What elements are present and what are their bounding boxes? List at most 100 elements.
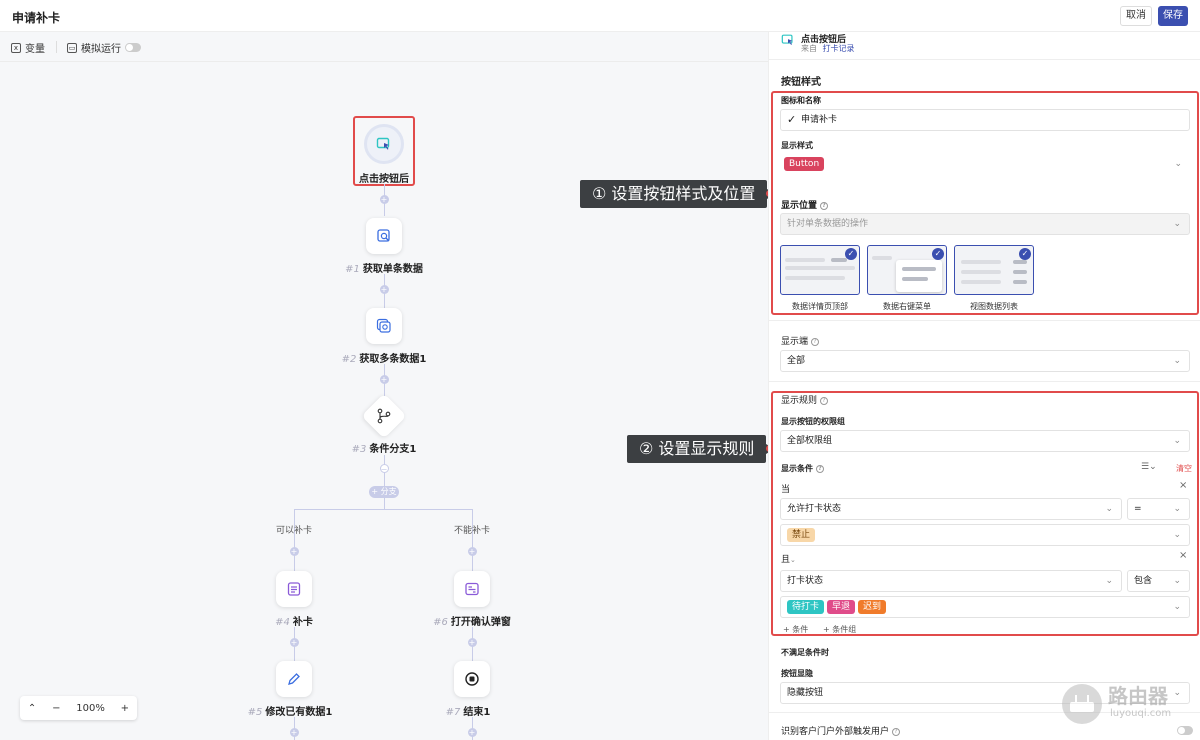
flow-node-1[interactable] bbox=[366, 218, 402, 254]
remove-condition-icon[interactable]: × bbox=[1179, 550, 1187, 561]
flow-node-6-label: #6 打开确认弹窗 bbox=[433, 613, 511, 628]
node-name: 获取多条数据1 bbox=[359, 354, 427, 365]
add-step-button[interactable]: + bbox=[379, 195, 389, 204]
add-step-button[interactable]: + bbox=[289, 638, 299, 647]
settings-panel: 点击按钮后 来自 打卡记录 按钮样式 图标和名称 ✓ 申请补卡 显示样式 But… bbox=[768, 32, 1200, 740]
simulate-toggle-switch[interactable] bbox=[125, 43, 141, 52]
icon-name-input[interactable]: ✓ 申请补卡 bbox=[780, 109, 1190, 131]
save-button[interactable]: 保存 bbox=[1158, 6, 1188, 26]
help-icon[interactable]: ? bbox=[820, 396, 829, 405]
external-user-text: 识别客户门户外部触发用户 bbox=[781, 727, 890, 737]
add-branch-button[interactable]: + 分支 bbox=[369, 486, 399, 498]
thumb-bar bbox=[872, 256, 892, 260]
condition-2-field: 打卡状态 bbox=[787, 576, 824, 586]
dialog-icon bbox=[465, 582, 479, 596]
trigger-node-label: 点击按钮后 bbox=[359, 174, 409, 185]
display-position-text: 显示位置 bbox=[781, 201, 818, 211]
zoom-out-button[interactable]: − bbox=[52, 703, 60, 714]
thumb-label: 数据详情页顶部 bbox=[792, 302, 848, 311]
add-step-button[interactable]: + bbox=[379, 285, 389, 294]
cancel-button[interactable]: 取消 bbox=[1120, 6, 1152, 26]
add-step-button[interactable]: + bbox=[289, 547, 299, 556]
add-step-button[interactable]: + bbox=[379, 375, 389, 384]
value-tag: 禁止 bbox=[787, 528, 816, 542]
flow-node-4[interactable] bbox=[276, 571, 312, 607]
remove-condition-icon[interactable]: × bbox=[1179, 480, 1187, 491]
add-step-button[interactable]: + bbox=[467, 547, 477, 556]
and-label: 且 bbox=[781, 555, 791, 565]
help-icon[interactable]: ? bbox=[820, 201, 829, 210]
variables-button[interactable]: x 变量 bbox=[11, 40, 45, 55]
chevron-down-icon: ⌄ bbox=[1173, 504, 1181, 514]
simulate-icon: ▭ bbox=[67, 42, 77, 53]
button-style-title: 按钮样式 bbox=[781, 77, 821, 88]
condition-2-value-select[interactable]: 待打卡 早退 迟到 ⌄ bbox=[780, 596, 1190, 618]
display-position-placeholder: 针对单条数据的操作 bbox=[787, 219, 869, 229]
flow-node-6[interactable] bbox=[454, 571, 490, 607]
position-thumb-view-list[interactable]: ✓ bbox=[954, 245, 1034, 295]
permission-group-select[interactable]: 全部权限组 ⌄ bbox=[780, 430, 1190, 452]
condition-1-value-select[interactable]: 禁止 ⌄ bbox=[780, 524, 1190, 546]
add-step-button[interactable]: + bbox=[467, 638, 477, 647]
position-thumb-context-menu[interactable]: ✓ bbox=[867, 245, 947, 295]
callout-button-style: ① 设置按钮样式及位置 bbox=[580, 180, 776, 208]
help-icon[interactable]: ? bbox=[816, 464, 824, 473]
collapse-branch-button[interactable]: − bbox=[379, 464, 389, 474]
add-condition-button[interactable]: + 条件 bbox=[783, 624, 808, 635]
value-tag: 迟到 bbox=[858, 600, 887, 614]
simulate-run-toggle[interactable]: ▭ 模拟运行 bbox=[67, 40, 141, 55]
thumb-bar bbox=[961, 270, 1001, 274]
condition-1-operator-select[interactable]: = ⌄ bbox=[1127, 498, 1190, 520]
collapse-minimap-button[interactable]: ⌃ bbox=[28, 703, 36, 714]
node-name: 补卡 bbox=[292, 617, 313, 628]
add-group-label: 条件组 bbox=[832, 625, 857, 634]
unmet-label: 不满足条件时 bbox=[781, 648, 829, 657]
branch-label-right[interactable]: 不能补卡 bbox=[454, 523, 490, 536]
check-icon: ✓ bbox=[787, 113, 797, 126]
add-step-button[interactable]: + bbox=[289, 728, 299, 737]
thumb-label: 视图数据列表 bbox=[970, 302, 1018, 311]
node-number: #2 bbox=[341, 354, 357, 365]
display-client-text: 显示端 bbox=[781, 337, 809, 347]
display-client-select[interactable]: 全部 ⌄ bbox=[780, 350, 1190, 372]
condition-1-field-select[interactable]: 允许打卡状态 ⌄ bbox=[780, 498, 1122, 520]
condition-2-operator-select[interactable]: 包含 ⌄ bbox=[1127, 570, 1190, 592]
flow-node-7[interactable] bbox=[454, 661, 490, 697]
divider bbox=[769, 59, 1200, 60]
display-style-label: 显示样式 bbox=[781, 141, 813, 150]
condition-2-field-select[interactable]: 打卡状态 ⌄ bbox=[780, 570, 1122, 592]
clear-conditions-button[interactable]: 清空 bbox=[1176, 463, 1192, 474]
position-thumb-detail-top[interactable]: ✓ bbox=[780, 245, 860, 295]
trigger-node[interactable] bbox=[364, 124, 404, 164]
router-logo-icon bbox=[1062, 684, 1102, 724]
source-prefix: 来自 bbox=[801, 44, 817, 53]
add-step-button[interactable]: + bbox=[467, 728, 477, 737]
panel-source: 来自 打卡记录 bbox=[801, 43, 855, 54]
get-record-icon bbox=[377, 229, 390, 242]
branch-label-left[interactable]: 可以补卡 bbox=[276, 523, 312, 536]
add-condition-group-button[interactable]: + 条件组 bbox=[823, 624, 856, 635]
chevron-down-icon: ⌄ bbox=[1173, 219, 1181, 229]
help-icon[interactable]: ? bbox=[811, 337, 820, 346]
zoom-in-button[interactable]: + bbox=[121, 703, 129, 714]
branch-icon bbox=[377, 408, 391, 424]
display-position-select[interactable]: 针对单条数据的操作 ⌄ bbox=[780, 213, 1190, 235]
variable-icon: x bbox=[11, 42, 21, 53]
icon-name-label: 图标和名称 bbox=[781, 96, 821, 105]
flow-node-3-label: #3 条件分支1 bbox=[352, 440, 417, 455]
source-link[interactable]: 打卡记录 bbox=[823, 44, 855, 53]
simulate-label: 模拟运行 bbox=[81, 44, 121, 55]
help-icon[interactable]: ? bbox=[892, 727, 901, 736]
list-view-icon[interactable]: ☰⌄ bbox=[1141, 462, 1157, 472]
chevron-down-icon: ⌄ bbox=[1173, 436, 1181, 446]
flow-node-2[interactable] bbox=[366, 308, 402, 344]
button-visibility-value: 隐藏按钮 bbox=[787, 688, 824, 698]
node-number: #5 bbox=[247, 707, 263, 718]
zoom-level: 100% bbox=[76, 702, 105, 714]
watermark-url: luyouqi.com bbox=[1110, 708, 1172, 719]
display-style-select[interactable]: Button ⌄ bbox=[780, 154, 1190, 176]
flow-node-5[interactable] bbox=[276, 661, 312, 697]
and-selector[interactable]: 且⌄ bbox=[781, 552, 796, 565]
watermark-text: 路由器 bbox=[1108, 684, 1168, 708]
chevron-down-icon: ⌄ bbox=[1173, 356, 1181, 366]
